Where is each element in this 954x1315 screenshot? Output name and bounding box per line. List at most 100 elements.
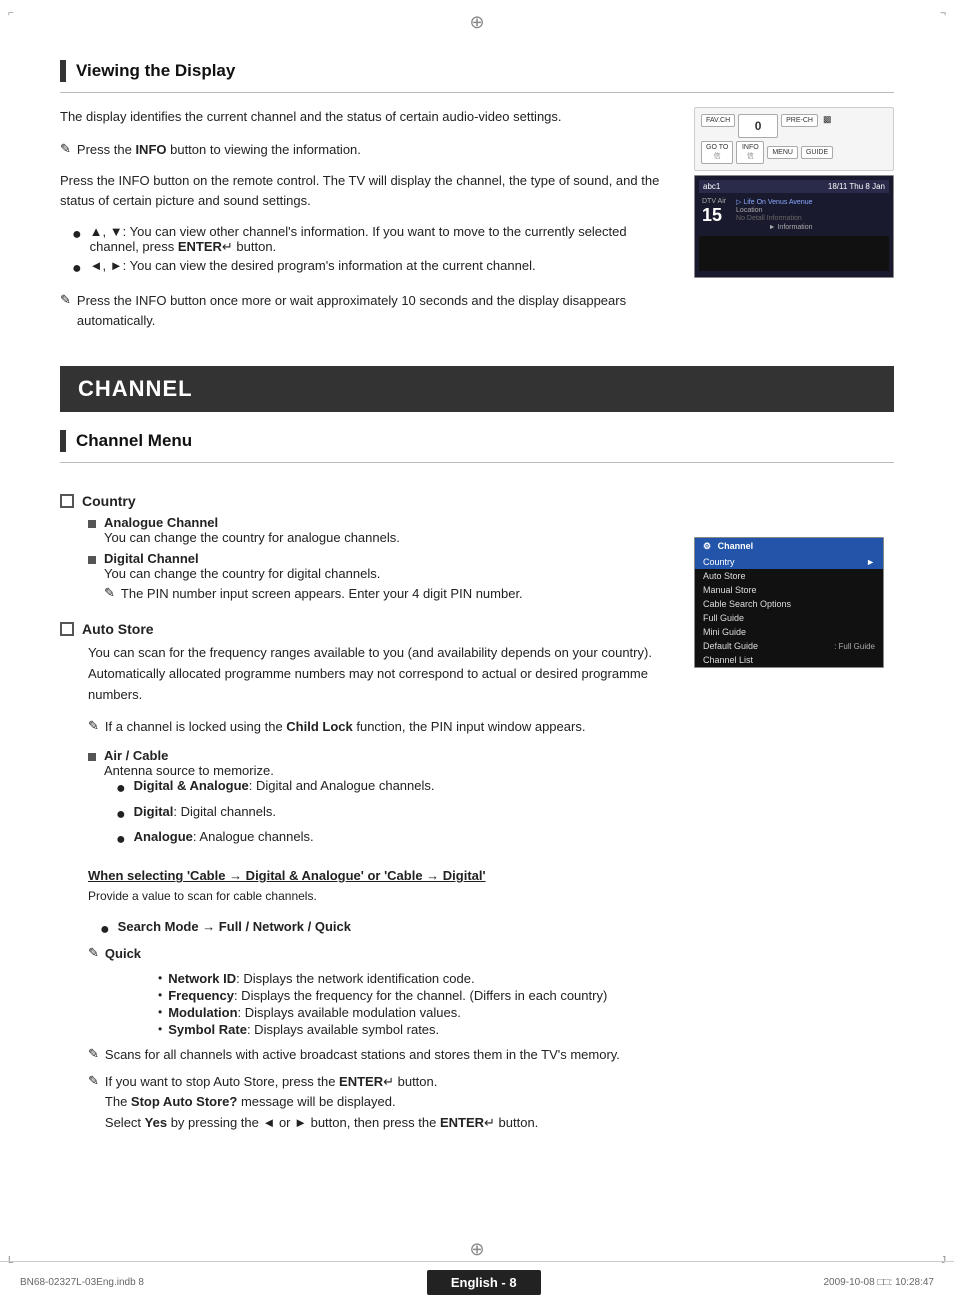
auto-store-label: Auto Store: [82, 621, 154, 637]
intro-para1: The display identifies the current chann…: [60, 107, 674, 128]
digital-channel-row: Digital Channel You can change the count…: [88, 551, 674, 611]
guide-btn: GUIDE: [801, 146, 833, 159]
bullet2-text: ◄, ►: You can view the desired program's…: [90, 258, 536, 273]
channel-menu-content: Country Analogue Channel You can change …: [60, 477, 894, 1140]
pre-ch-btn: PRE-CH: [781, 114, 818, 127]
air-cable-block: Air / Cable Antenna source to memorize. …: [104, 748, 435, 854]
auto-store-checkbox: [60, 622, 74, 636]
analogue-channel-block: Analogue Channel You can change the coun…: [104, 515, 400, 545]
da-bullet: ● Digital & Analogue: Digital and Analog…: [104, 778, 435, 800]
scan-note-row: ✎ Scans for all channels with active bro…: [88, 1045, 674, 1066]
screen-ch-num: 15: [702, 205, 722, 226]
air-cable-label: Air / Cable: [104, 748, 168, 763]
network-id-dot: •: [158, 971, 162, 985]
analogue-channel-desc: You can change the country for analogue …: [104, 530, 400, 545]
stop-note-text: If you want to stop Auto Store, press th…: [105, 1072, 538, 1134]
auto-store-content: You can scan for the frequency ranges av…: [60, 643, 674, 1134]
corner-tl: ⌐: [8, 8, 28, 28]
screen-show-title: ▷ Life On Venus Avenue: [736, 198, 812, 206]
fav-ch-btn: FAV.CH: [701, 114, 735, 127]
bullet-dot-1: ●: [72, 224, 82, 246]
remote-top-row: FAV.CH 0 PRE-CH ▩: [701, 114, 887, 138]
digital-note-text: The PIN number input screen appears. Ent…: [121, 584, 523, 605]
viewing-display-content: The display identifies the current chann…: [60, 107, 894, 338]
cable-heading: When selecting 'Cable → Digital & Analog…: [88, 868, 674, 883]
footer-left: BN68-02327L-03Eng.indb 8: [20, 1277, 144, 1288]
channel-menu-title-bar: [60, 430, 66, 452]
bullet-dot-2: ●: [72, 258, 82, 280]
intro-para2: Press the INFO button on the remote cont…: [60, 171, 674, 213]
stop-note-icon: ✎: [88, 1073, 99, 1089]
section-divider: [60, 92, 894, 93]
page-footer: BN68-02327L-03Eng.indb 8 English - 8 200…: [0, 1261, 954, 1295]
screen-no-detail: No Detall Information: [736, 215, 812, 222]
channel-menu-sim: ⚙ Channel Country ► Auto Store Manual St…: [694, 537, 884, 668]
auto-store-note-icon: ✎: [88, 718, 99, 734]
screen-label: abc1: [703, 182, 720, 191]
viewing-display-section: Viewing the Display The display identifi…: [60, 60, 894, 338]
analogue-text: Analogue: Analogue channels.: [134, 829, 314, 844]
symbol-rate-text: Symbol Rate: Displays available symbol r…: [168, 1022, 439, 1037]
symbol-rate-bullet: • Symbol Rate: Displays available symbol…: [88, 1022, 674, 1037]
da-dot: ●: [116, 778, 126, 800]
frequency-dot: •: [158, 988, 162, 1002]
viewing-display-title-row: Viewing the Display: [60, 60, 894, 82]
cmenu-cable-search[interactable]: Cable Search Options: [695, 597, 883, 611]
cmenu-manual-store[interactable]: Manual Store: [695, 583, 883, 597]
symbol-rate-dot: •: [158, 1022, 162, 1036]
cmenu-full-guide[interactable]: Full Guide: [695, 611, 883, 625]
digital-dot: ●: [116, 804, 126, 826]
viewing-display-right: FAV.CH 0 PRE-CH ▩ GO TO 信: [694, 107, 894, 278]
analogue-square: [88, 520, 96, 528]
cmenu-default-guide[interactable]: Default Guide : Full Guide: [695, 639, 883, 653]
country-heading-row: Country: [60, 493, 674, 509]
digital-channel-block: Digital Channel You can change the count…: [104, 551, 523, 611]
search-mode-dot: ●: [100, 919, 110, 941]
top-crosshair: ⊕: [469, 12, 484, 33]
bullet1-text: ▲, ▼: You can view other channel's infor…: [90, 224, 674, 255]
country-checkbox: [60, 494, 74, 508]
screen-blank: [699, 236, 889, 271]
screen-date: 18/11 Thu 8 Jan: [828, 182, 885, 191]
channel-banner: CHANNEL: [60, 366, 894, 412]
screen-dtv-label: DTV Air: [702, 198, 730, 205]
stop-note-row: ✎ If you want to stop Auto Store, press …: [88, 1072, 674, 1134]
digital-square: [88, 556, 96, 564]
note2-text: Press the INFO button once more or wait …: [77, 291, 674, 333]
network-id-text: Network ID: Displays the network identif…: [168, 971, 474, 986]
frequency-bullet: • Frequency: Displays the frequency for …: [88, 988, 674, 1003]
quick-note-icon: ✎: [88, 945, 99, 961]
footer-right: 2009-10-08 □□: 10:28:47: [824, 1277, 935, 1288]
quick-note-text: Quick: [105, 944, 141, 965]
scan-note-icon: ✎: [88, 1046, 99, 1062]
note1-text: Press the INFO button to viewing the inf…: [77, 140, 361, 161]
modulation-bullet: • Modulation: Displays available modulat…: [88, 1005, 674, 1020]
channel-menu-divider: [60, 462, 894, 463]
channel-menu-section: Channel Menu Country Analogue Channel Yo…: [60, 430, 894, 1140]
cmenu-channel-list[interactable]: Channel List: [695, 653, 883, 667]
cmenu-country[interactable]: Country ►: [695, 555, 883, 569]
remote-sim: FAV.CH 0 PRE-CH ▩ GO TO 信: [694, 107, 894, 171]
note1-row: ✎ Press the INFO button to viewing the i…: [60, 140, 674, 161]
title-bar-decoration: [60, 60, 66, 82]
note-icon-1: ✎: [60, 141, 71, 157]
quick-note-row: ✎ Quick: [88, 944, 674, 965]
analogue-channel-label: Analogue Channel: [104, 515, 218, 530]
digital-note-icon: ✎: [104, 585, 115, 601]
auto-store-desc: You can scan for the frequency ranges av…: [88, 643, 674, 705]
channel-menu-title: Channel Menu: [76, 431, 192, 451]
auto-store-note-text: If a channel is locked using the Child L…: [105, 717, 586, 738]
digital-text: Digital: Digital channels.: [134, 804, 276, 819]
air-cable-desc: Antenna source to memorize.: [104, 763, 435, 778]
screen-ch-block: DTV Air 15: [702, 198, 730, 226]
digital-channel-note-row: ✎ The PIN number input screen appears. E…: [104, 584, 523, 605]
cable-section: When selecting 'Cable → Digital & Analog…: [88, 868, 674, 1134]
cmenu-mini-guide[interactable]: Mini Guide: [695, 625, 883, 639]
go-to-btn: GO TO 信: [701, 141, 733, 164]
cmenu-auto-store[interactable]: Auto Store: [695, 569, 883, 583]
search-mode-text: Search Mode → Full / Network / Quick: [118, 919, 351, 934]
bullet2-row: ● ◄, ►: You can view the desired program…: [60, 258, 674, 280]
scan-note-text: Scans for all channels with active broad…: [105, 1045, 620, 1066]
menu-btn: MENU: [767, 146, 798, 159]
country-label: Country: [82, 493, 136, 509]
